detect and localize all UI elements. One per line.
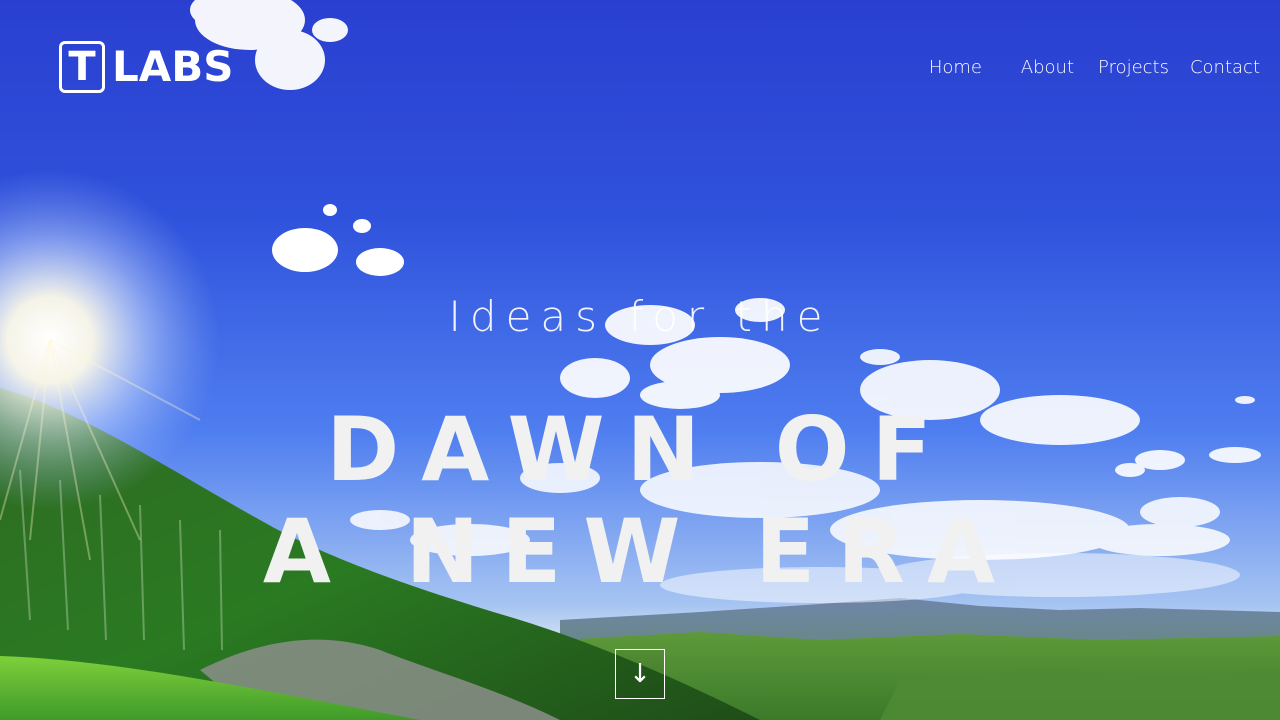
nav-projects[interactable]: Projects (1098, 56, 1169, 80)
arrow-down-icon: ↓ (629, 659, 651, 689)
tlabs-logo[interactable]: T LABS (59, 38, 234, 96)
hero-headline-line-2: A NEW ERA (262, 500, 1018, 603)
nav-home[interactable]: Home (929, 56, 982, 80)
hero-headline-line-1: DAWN OF (326, 398, 954, 501)
hero-background-image (0, 0, 1280, 720)
hero-section: T LABS Home About Projects Contact Ideas… (0, 0, 1280, 720)
scroll-down-button[interactable]: ↓ (615, 649, 665, 699)
nav-about[interactable]: About (1021, 56, 1074, 80)
logo-text: LABS (112, 42, 234, 91)
hero-tagline: Ideas for the (448, 292, 832, 341)
logo-mark: T (59, 41, 105, 93)
nav-contact[interactable]: Contact (1190, 56, 1260, 80)
